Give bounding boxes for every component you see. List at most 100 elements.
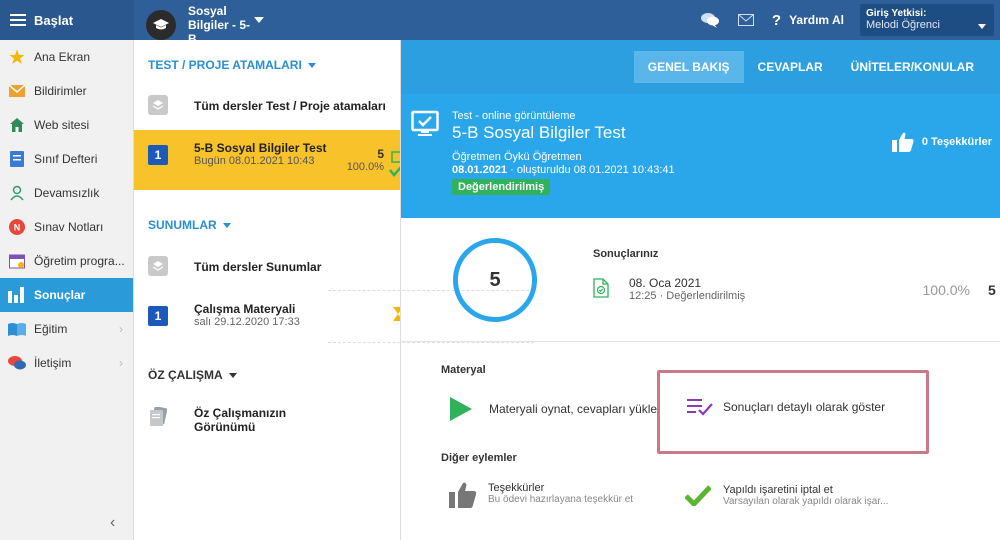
- tests-section-header[interactable]: TEST / PROJE ATAMALARI: [134, 58, 316, 72]
- top-bar: Başlat Sosyal Bilgiler - 5-B ? Yardım Al…: [0, 0, 1000, 46]
- thanks-count: 0 Teşekkürler: [921, 136, 992, 148]
- grade-icon: N: [8, 218, 26, 236]
- sidebar-item-web-sitesi[interactable]: Web sitesi: [0, 108, 133, 142]
- mail-icon[interactable]: [736, 10, 756, 30]
- play-material-button[interactable]: Materyali oynat, cevapları yükle: [449, 396, 657, 422]
- sidebar-item-egitim[interactable]: Eğitim ›: [0, 312, 133, 346]
- test-date: Bugün 08.01.2021 10:43: [194, 155, 315, 167]
- tab-genel-bakis[interactable]: GENEL BAKIŞ: [633, 51, 744, 83]
- sidebar-item-sinif-defteri[interactable]: Sınıf Defteri: [0, 142, 133, 176]
- test-percent: 100.0%: [346, 161, 384, 173]
- material-title: Çalışma Materyali: [194, 302, 296, 316]
- chat-icon: [8, 354, 26, 372]
- checkmark-icon: [685, 485, 711, 506]
- sidebar-item-label: Sonuçlar: [34, 288, 86, 302]
- book-icon: [8, 320, 26, 338]
- all-tests-label: Tüm dersler Test / Proje atamaları: [194, 99, 386, 113]
- sidebar-item-devamsizlik[interactable]: Devamsızlık: [0, 176, 133, 210]
- user-selector[interactable]: Giriş Yetkisi: Melodi Öğrenci: [860, 4, 994, 36]
- score-ring: 5: [453, 238, 537, 322]
- chevron-down-icon: [307, 62, 316, 68]
- undo-done-action[interactable]: Yapıldı işaretini iptal et Varsayılan ol…: [685, 484, 888, 507]
- material-header: Materyal: [441, 364, 486, 376]
- sidebar-item-sonuclar[interactable]: Sonuçlar: [0, 278, 133, 312]
- result-row[interactable]: 08. Oca 2021 12:25 · Değerlendirilmiş 10…: [593, 276, 1000, 306]
- chat-icon[interactable]: [700, 10, 720, 30]
- section-title: SUNUMLAR: [148, 218, 217, 232]
- start-menu-button[interactable]: Başlat: [0, 0, 134, 40]
- star-icon: [8, 48, 26, 66]
- sidebar-item-label: Ana Ekran: [34, 50, 91, 64]
- all-presentations-label: Tüm dersler Sunumlar: [194, 260, 322, 274]
- tab-bar: GENEL BAKIŞ CEVAPLAR ÜNİTELER/KONULAR: [401, 40, 1000, 94]
- chevron-right-icon: ›: [119, 356, 123, 370]
- start-menu-label: Başlat: [34, 12, 74, 28]
- tab-cevaplar[interactable]: CEVAPLAR: [744, 51, 837, 83]
- teacher-name: Öğretmen Öykü Öğretmen: [452, 151, 582, 163]
- help-button[interactable]: ? Yardım Al: [772, 12, 844, 29]
- presentations-section-header[interactable]: SUNUMLAR: [134, 218, 231, 232]
- results-title: Sonuçlarınız: [593, 248, 659, 260]
- collapse-sidebar-button[interactable]: ‹: [110, 514, 115, 532]
- sidebar-item-bildirimler[interactable]: Bildirimler: [0, 74, 133, 108]
- result-date: 08. Oca 2021: [629, 276, 702, 290]
- test-detail-panel: GENEL BAKIŞ CEVAPLAR ÜNİTELER/KONULAR Te…: [401, 40, 1000, 540]
- result-percent: 100.0%: [922, 282, 970, 298]
- sidebar-item-iletisim[interactable]: İletişim ›: [0, 346, 133, 380]
- calendar-icon: [8, 252, 26, 270]
- stack-icon: [148, 256, 168, 276]
- tab-uniteler-konular[interactable]: ÜNİTELER/KONULAR: [837, 51, 988, 83]
- test-header: Test - online görüntüleme 5-B Sosyal Bil…: [401, 94, 1000, 218]
- material-item[interactable]: 1 Çalışma Materyali salı 29.12.2020 17:3…: [134, 302, 400, 328]
- chevron-down-icon: [978, 24, 986, 29]
- test-kind: Test - online görüntüleme: [452, 110, 576, 122]
- self-study-section-header[interactable]: ÖZ ÇALIŞMA: [134, 368, 237, 382]
- sidebar-item-label: Öğretim progra...: [34, 254, 125, 268]
- sidebar-item-label: Sınav Notları: [34, 220, 104, 234]
- play-material-label: Materyali oynat, cevapları yükle: [489, 402, 658, 416]
- sidebar-item-label: Bildirimler: [34, 84, 87, 98]
- result-score: 5: [988, 282, 996, 298]
- stack-icon: [148, 95, 168, 115]
- thanks-action-subtitle: Bu ödevi hazırlayana teşekkür et: [488, 494, 634, 505]
- thanks-button[interactable]: 0 Teşekkürler: [891, 132, 992, 152]
- test-score: 5: [377, 147, 384, 161]
- envelope-icon: [8, 82, 26, 100]
- chevron-down-icon: [222, 222, 231, 228]
- chevron-right-icon: ›: [119, 322, 123, 336]
- sidebar-item-label: İletişim: [34, 356, 72, 370]
- test-count-badge: 1: [148, 145, 168, 165]
- svg-text:N: N: [14, 223, 21, 233]
- person-icon: [8, 184, 26, 202]
- chevron-down-icon: [254, 17, 264, 23]
- thumbs-up-icon: [449, 482, 477, 508]
- highlight-box: [657, 370, 929, 454]
- sidebar-item-ogretim-programi[interactable]: Öğretim progra...: [0, 244, 133, 278]
- thanks-action[interactable]: Teşekkürler Bu ödevi hazırlayana teşekkü…: [449, 482, 633, 508]
- thumbs-up-icon: [891, 132, 914, 152]
- home-icon: [8, 116, 26, 134]
- all-tests-link[interactable]: Tüm dersler Test / Proje atamaları: [134, 95, 400, 115]
- all-presentations-link[interactable]: Tüm dersler Sunumlar: [134, 256, 400, 276]
- selected-test-item[interactable]: 1 5-B Sosyal Bilgiler Test Bugün 08.01.2…: [134, 130, 400, 190]
- test-title: 5-B Sosyal Bilgiler Test: [194, 141, 327, 155]
- status-badge: Değerlendirilmiş: [452, 179, 551, 195]
- undo-done-subtitle: Varsayılan olarak yapıldı olarak işar...: [723, 496, 889, 507]
- test-date: 08.01.2021: [452, 164, 508, 176]
- test-dates: 08.01.2021 · oluşturuldu 08.01.2021 10:4…: [452, 164, 675, 176]
- results-section: 5 Sonuçlarınız 08. Oca 2021 12:25 · Değe…: [401, 218, 1000, 342]
- sidebar-item-ana-ekran[interactable]: Ana Ekran: [0, 40, 133, 74]
- thanks-action-title: Teşekkürler: [488, 482, 545, 494]
- bar-chart-icon: [8, 286, 26, 304]
- sidebar-item-sinav-notlari[interactable]: N Sınav Notları: [0, 210, 133, 244]
- question-icon: ?: [771, 11, 782, 29]
- documents-icon: [148, 406, 168, 428]
- result-time-status: 12:25 · Değerlendirilmiş: [629, 290, 746, 302]
- test-title: 5-B Sosyal Bilgiler Test: [452, 123, 626, 142]
- notebook-icon: [8, 150, 26, 168]
- graduation-cap-icon: [146, 10, 176, 40]
- undo-done-title: Yapıldı işaretini iptal et: [723, 484, 833, 496]
- completed-icon: [388, 150, 400, 180]
- assignments-panel: TEST / PROJE ATAMALARI Tüm dersler Test …: [134, 40, 534, 540]
- self-study-item[interactable]: Öz Çalışmanızın Görünümü: [134, 406, 400, 434]
